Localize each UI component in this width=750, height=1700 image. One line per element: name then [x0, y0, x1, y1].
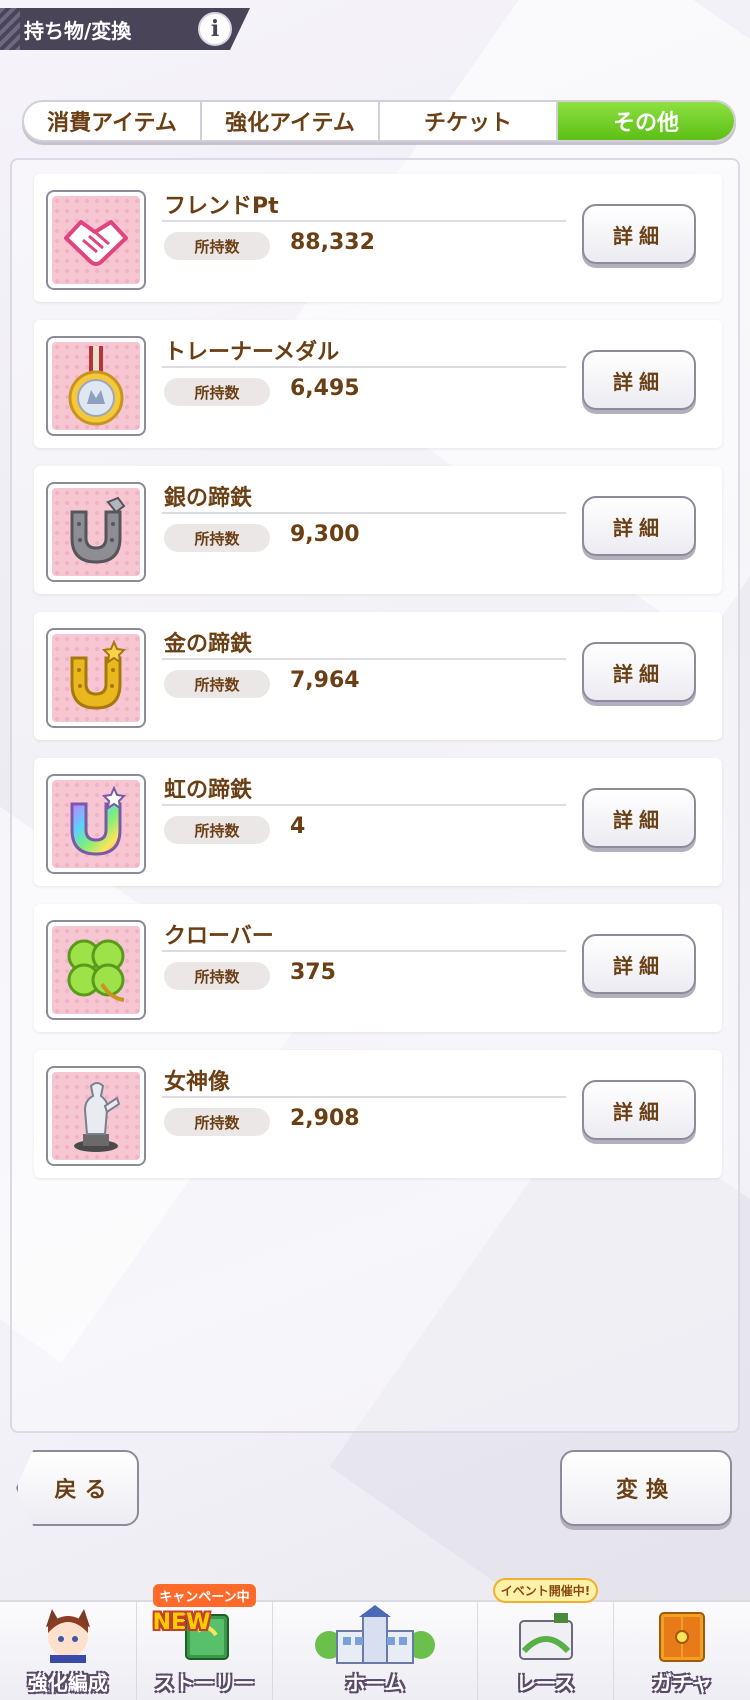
tab-enhancement-items[interactable]: 強化アイテム	[202, 102, 380, 140]
list-item: トレーナーメダル 所持数 6,495 詳細	[34, 320, 722, 448]
detail-button[interactable]: 詳細	[582, 350, 696, 410]
race-track-icon	[511, 1607, 581, 1663]
list-item: クローバー 所持数 375 詳細	[34, 904, 722, 1032]
silver-horseshoe-icon	[70, 496, 126, 564]
divider	[162, 512, 566, 514]
goddess-statue-icon	[74, 1082, 121, 1152]
count-label: 所持数	[164, 232, 270, 260]
nav-label: ストーリー	[154, 1671, 255, 1695]
count-label: 所持数	[164, 524, 270, 552]
nav-item-race[interactable]: イベント開催中! レース	[478, 1578, 615, 1700]
count-value: 4	[290, 814, 306, 839]
list-item: 金の蹄鉄 所持数 7,964 詳細	[34, 612, 722, 740]
nav-label: レース	[516, 1671, 576, 1695]
medal-icon	[68, 346, 124, 426]
detail-button[interactable]: 詳細	[582, 1080, 696, 1140]
item-icon-frame[interactable]	[46, 336, 146, 436]
detail-button[interactable]: 詳細	[582, 204, 696, 264]
nav-item-gacha[interactable]: ガチャ	[614, 1602, 750, 1700]
count-value: 6,495	[290, 376, 360, 401]
page-title: 持ち物/変換	[24, 18, 132, 43]
tab-others[interactable]: その他	[558, 102, 734, 140]
info-button[interactable]: i	[198, 12, 232, 46]
divider	[162, 950, 566, 952]
nav-item-enhance-formation[interactable]: 強化編成	[0, 1602, 137, 1700]
item-list: フレンドPt 所持数 88,332 詳細 トレーナーメダル 所持数 6,495 …	[34, 174, 722, 1196]
item-icon-frame[interactable]	[46, 774, 146, 874]
divider	[162, 804, 566, 806]
campaign-badge: キャンペーン中	[153, 1584, 256, 1607]
list-item: フレンドPt 所持数 88,332 詳細	[34, 174, 722, 302]
detail-button[interactable]: 詳細	[582, 496, 696, 556]
detail-button[interactable]: 詳細	[582, 934, 696, 994]
divider	[162, 1096, 566, 1098]
bottom-nav: 強化編成 キャンペーン中 NEW ストーリー ホーム イベント開催中! レース …	[0, 1578, 750, 1700]
count-label: 所持数	[164, 816, 270, 844]
list-item: 虹の蹄鉄 所持数 4 詳細	[34, 758, 722, 886]
nav-item-home[interactable]: ホーム	[273, 1602, 478, 1700]
category-tabs: 消費アイテム 強化アイテム チケット その他	[22, 100, 736, 142]
count-label: 所持数	[164, 670, 270, 698]
divider	[162, 366, 566, 368]
nav-label: ホーム	[345, 1671, 405, 1695]
gold-horseshoe-icon	[70, 640, 127, 710]
count-value: 7,964	[290, 668, 360, 693]
rainbow-horseshoe-icon	[70, 786, 127, 856]
item-name: 女神像	[164, 1070, 231, 1095]
nav-label: ガチャ	[652, 1671, 713, 1695]
item-panel: フレンドPt 所持数 88,332 詳細 トレーナーメダル 所持数 6,495 …	[10, 158, 740, 1433]
count-value: 9,300	[290, 522, 360, 547]
item-icon-frame[interactable]	[46, 190, 146, 290]
item-icon-frame[interactable]	[46, 628, 146, 728]
item-icon-frame[interactable]	[46, 482, 146, 582]
title-stripes	[0, 8, 20, 50]
count-label: 所持数	[164, 1108, 270, 1136]
item-name: 金の蹄鉄	[164, 632, 253, 657]
count-label: 所持数	[164, 962, 270, 990]
info-icon: i	[210, 16, 220, 42]
detail-button[interactable]: 詳細	[582, 788, 696, 848]
school-building-icon	[315, 1605, 435, 1664]
event-badge: イベント開催中!	[492, 1578, 599, 1603]
list-item: 女神像 所持数 2,908 詳細	[34, 1050, 722, 1178]
divider	[162, 658, 566, 660]
convert-button[interactable]: 変換	[560, 1450, 732, 1526]
gacha-door-icon	[647, 1607, 717, 1663]
item-name: クローバー	[164, 924, 274, 949]
nav-label: 強化編成	[27, 1671, 108, 1695]
item-icon-frame[interactable]	[46, 920, 146, 1020]
back-button[interactable]: 戻る	[16, 1450, 139, 1526]
count-value: 375	[290, 960, 336, 985]
list-item: 銀の蹄鉄 所持数 9,300 詳細	[34, 466, 722, 594]
detail-button[interactable]: 詳細	[582, 642, 696, 702]
tab-consumables[interactable]: 消費アイテム	[24, 102, 202, 140]
tab-tickets[interactable]: チケット	[380, 102, 558, 140]
item-name: 銀の蹄鉄	[164, 486, 253, 511]
item-name: 虹の蹄鉄	[164, 778, 253, 803]
divider	[162, 220, 566, 222]
clover-icon	[67, 939, 125, 1002]
handshake-icon	[64, 220, 128, 266]
item-name: トレーナーメダル	[164, 340, 340, 365]
count-value: 2,908	[290, 1106, 360, 1131]
nav-item-story[interactable]: キャンペーン中 NEW ストーリー	[137, 1584, 274, 1700]
character-portrait-icon	[33, 1607, 103, 1663]
count-value: 88,332	[290, 230, 375, 255]
count-label: 所持数	[164, 378, 270, 406]
item-icon-frame[interactable]	[46, 1066, 146, 1166]
new-badge: NEW	[152, 1610, 211, 1635]
item-name: フレンドPt	[164, 194, 279, 219]
